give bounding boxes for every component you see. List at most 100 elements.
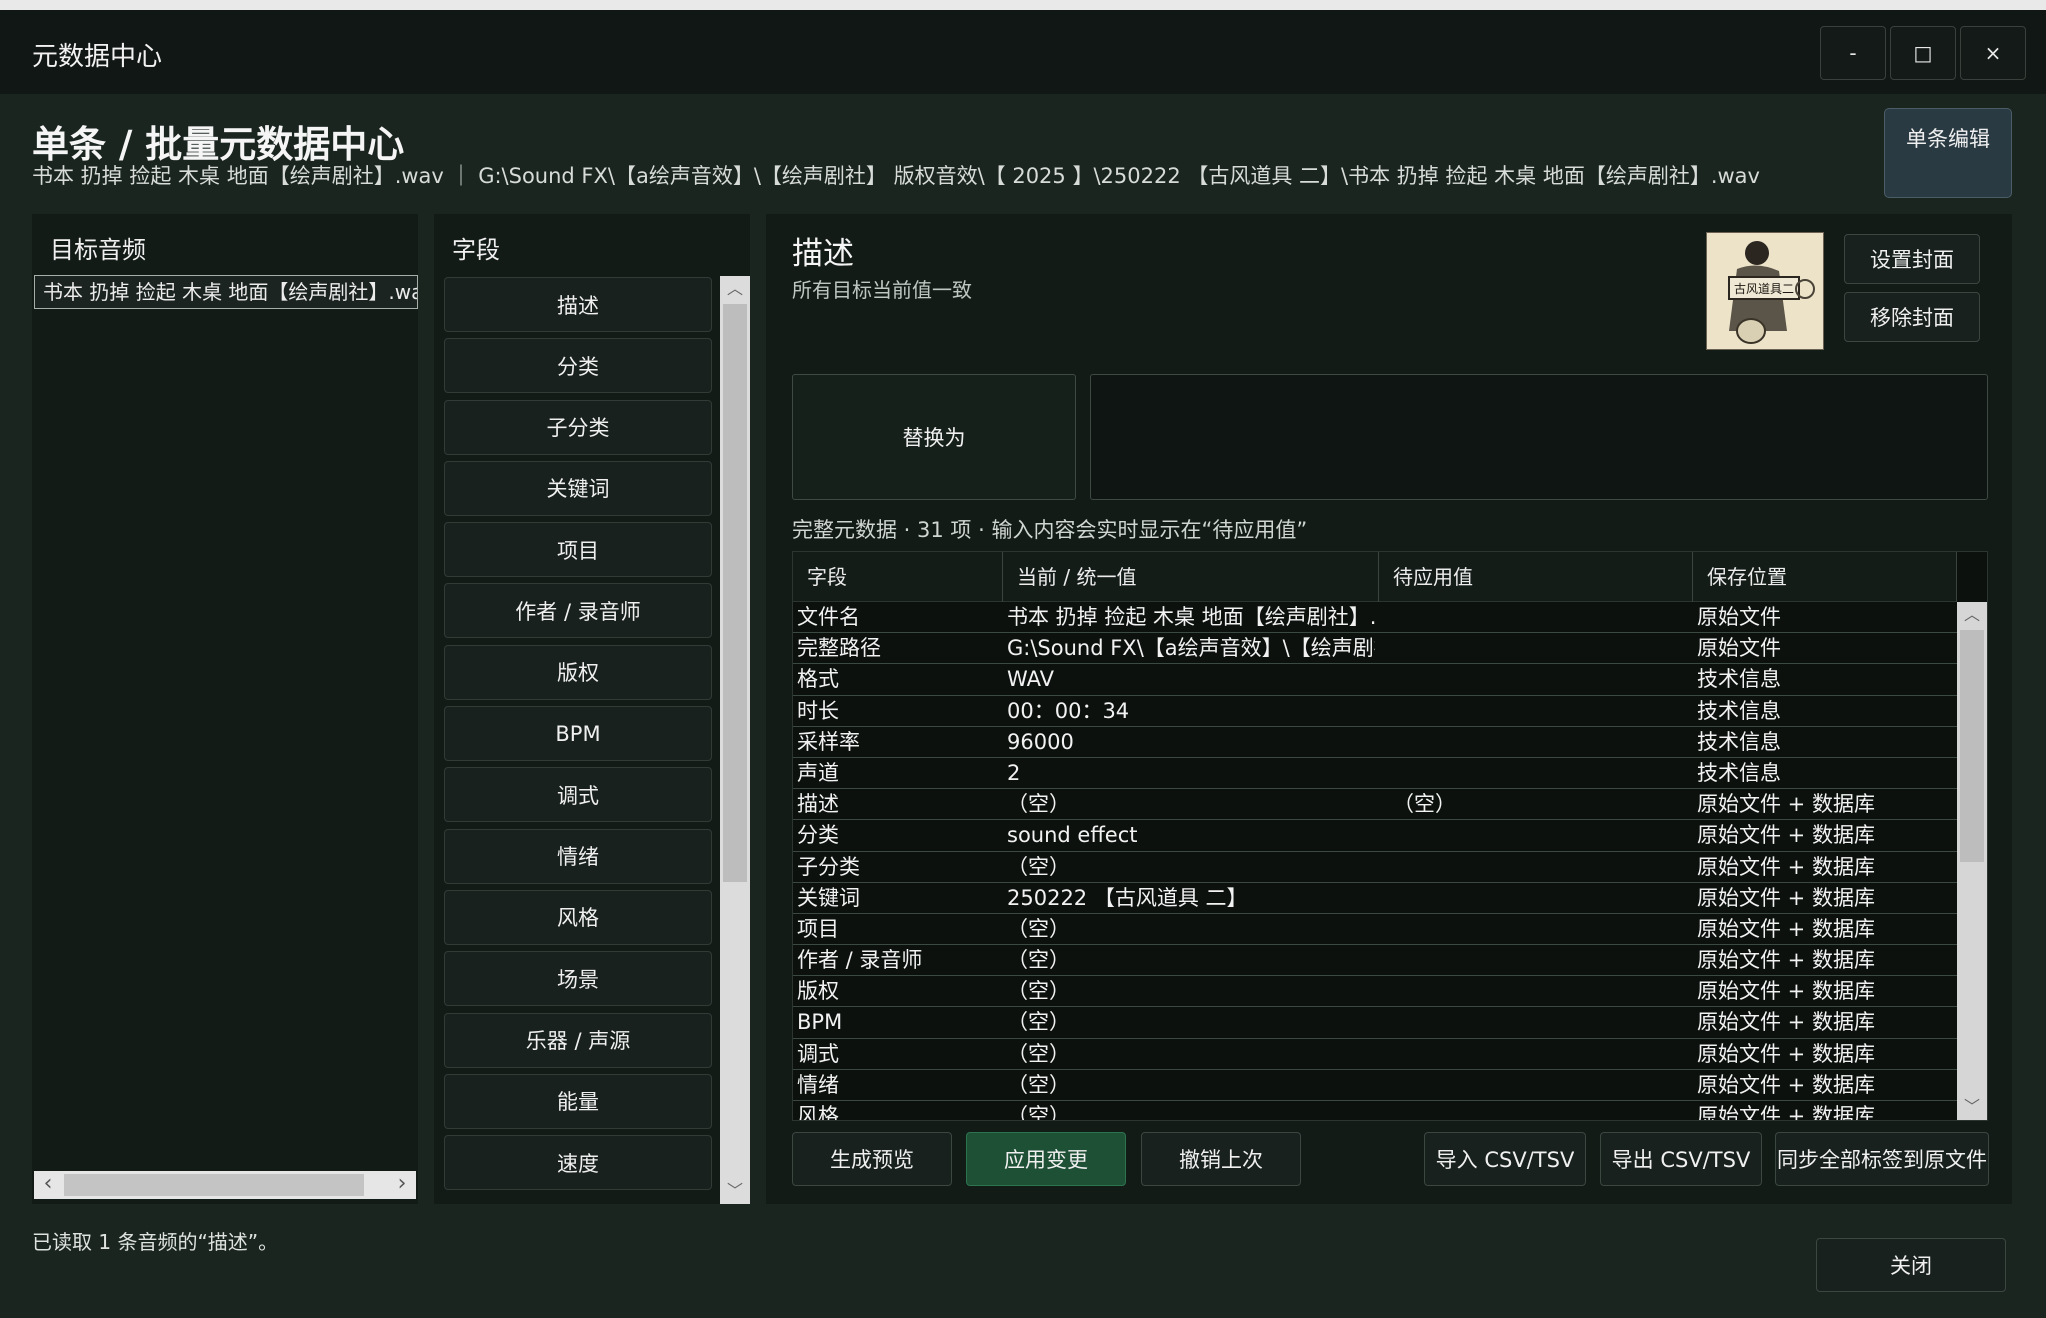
cell-current: WAV	[1007, 667, 1055, 692]
close-button[interactable]: 关闭	[1816, 1238, 2006, 1292]
apply-changes-button[interactable]: 应用变更	[966, 1132, 1126, 1186]
window-title: 元数据中心	[32, 42, 163, 72]
cell-field: 版权	[797, 979, 839, 1004]
table-row[interactable]: 版权 （空） 原始文件 + 数据库	[793, 976, 1957, 1008]
cell-location: 原始文件 + 数据库	[1697, 948, 1875, 973]
cell-current: 2	[1007, 760, 1021, 785]
table-row[interactable]: 采样率 96000 技术信息	[793, 727, 1957, 758]
cell-pending	[1393, 602, 1683, 633]
field-item-description[interactable]: 描述	[444, 277, 712, 332]
cell-field: 风格	[797, 1104, 839, 1121]
cell-field: 格式	[797, 667, 839, 692]
column-header-field[interactable]: 字段	[793, 552, 1003, 602]
field-item-tempo[interactable]: 速度	[444, 1135, 712, 1191]
cell-location: 原始文件 + 数据库	[1697, 1010, 1875, 1035]
scroll-up-icon[interactable]: ︿	[720, 276, 750, 302]
table-row[interactable]: 时长 00：00：34 技术信息	[793, 696, 1957, 727]
cell-pending	[1393, 1007, 1683, 1038]
cell-location: 原始文件 + 数据库	[1697, 854, 1875, 879]
maximize-button[interactable]: □	[1890, 26, 1956, 80]
field-list-vscrollbar[interactable]: ︿ ﹀	[720, 276, 750, 1204]
table-row[interactable]: 风格 （空） 原始文件 + 数据库	[793, 1101, 1957, 1121]
cell-current: 96000	[1007, 729, 1074, 754]
field-item-project[interactable]: 项目	[444, 522, 712, 578]
scroll-right-icon[interactable]: ›	[388, 1171, 416, 1199]
table-row[interactable]: 描述 （空） （空） 原始文件 + 数据库	[793, 789, 1957, 821]
cell-current: sound effect	[1007, 823, 1138, 848]
table-row[interactable]: 调式 （空） 原始文件 + 数据库	[793, 1039, 1957, 1070]
status-message: 已读取 1 条音频的“描述”。	[32, 1230, 279, 1254]
cell-pending	[1393, 914, 1683, 945]
table-scroll-up-icon[interactable]: ︿	[1957, 602, 1987, 628]
scroll-down-icon[interactable]: ﹀	[720, 1178, 750, 1204]
cell-location: 原始文件 + 数据库	[1697, 885, 1875, 910]
table-row[interactable]: 声道 2 技术信息	[793, 758, 1957, 790]
table-row[interactable]: 完整路径 G:\Sound FX\【a绘声音效】\【绘声剧社】 原始文件	[793, 633, 1957, 665]
cell-current: （空）	[1007, 948, 1070, 973]
export-csv-button[interactable]: 导出 CSV/TSV	[1600, 1132, 1762, 1186]
cell-current: 250222 【古风道具 二】	[1007, 885, 1248, 910]
import-csv-button[interactable]: 导入 CSV/TSV	[1424, 1132, 1586, 1186]
set-cover-button[interactable]: 设置封面	[1844, 234, 1980, 284]
table-row[interactable]: 关键词 250222 【古风道具 二】 原始文件 + 数据库	[793, 883, 1957, 914]
cell-pending	[1393, 945, 1683, 976]
table-row[interactable]: 项目 （空） 原始文件 + 数据库	[793, 914, 1957, 946]
cell-field: 项目	[797, 916, 839, 941]
field-item-author[interactable]: 作者 / 录音师	[444, 583, 712, 639]
field-item-energy[interactable]: 能量	[444, 1073, 712, 1129]
cell-pending	[1393, 976, 1683, 1007]
field-item-bpm[interactable]: BPM	[444, 706, 712, 762]
cell-current: （空）	[1007, 916, 1070, 941]
field-item-key[interactable]: 调式	[444, 767, 712, 823]
field-item-instrument[interactable]: 乐器 / 声源	[444, 1012, 712, 1068]
field-item-copyright[interactable]: 版权	[444, 644, 712, 700]
table-row[interactable]: 子分类 （空） 原始文件 + 数据库	[793, 852, 1957, 883]
table-vscroll-thumb[interactable]	[1960, 630, 1984, 862]
table-header: 字段 当前 / 统一值 待应用值 保存位置	[793, 552, 1957, 602]
replace-value-input[interactable]	[1090, 374, 1988, 500]
cell-location: 原始文件 + 数据库	[1697, 979, 1875, 1004]
field-item-subcategory[interactable]: 子分类	[444, 399, 712, 455]
target-list-hscrollbar[interactable]: ‹ ›	[34, 1171, 416, 1199]
field-list-title: 字段	[452, 236, 500, 264]
sync-tags-button[interactable]: 同步全部标签到原文件	[1775, 1132, 1989, 1186]
field-item-style[interactable]: 风格	[444, 889, 712, 945]
table-row[interactable]: 情绪 （空） 原始文件 + 数据库	[793, 1070, 1957, 1101]
single-edit-button[interactable]: 单条编辑	[1884, 108, 2012, 198]
column-header-pending[interactable]: 待应用值	[1379, 552, 1693, 602]
table-row[interactable]: 分类 sound effect 原始文件 + 数据库	[793, 820, 1957, 852]
cell-location: 技术信息	[1697, 760, 1781, 785]
table-row[interactable]: 作者 / 录音师 （空） 原始文件 + 数据库	[793, 945, 1957, 977]
close-window-button[interactable]: ×	[1960, 26, 2026, 80]
cell-current: 00：00：34	[1007, 698, 1130, 723]
cell-field: 情绪	[797, 1072, 839, 1097]
cell-field: 作者 / 录音师	[797, 948, 923, 973]
hscroll-thumb[interactable]	[64, 1174, 364, 1196]
target-audio-item[interactable]: 书本 扔掉 捡起 木桌 地面【绘声剧社】.wav	[34, 275, 418, 309]
editor-field-subtitle: 所有目标当前值一致	[792, 278, 972, 302]
column-header-location[interactable]: 保存位置	[1693, 552, 1957, 602]
table-row[interactable]: 文件名 书本 扔掉 捡起 木桌 地面【绘声剧社】.wav 原始文件	[793, 602, 1957, 634]
cell-current: （空）	[1007, 1010, 1070, 1035]
undo-last-button[interactable]: 撤销上次	[1141, 1132, 1301, 1186]
table-scroll-down-icon[interactable]: ﹀	[1957, 1094, 1987, 1120]
cell-pending	[1393, 758, 1683, 789]
field-item-mood[interactable]: 情绪	[444, 828, 712, 884]
scroll-left-icon[interactable]: ‹	[34, 1171, 62, 1199]
table-header-corner	[1957, 552, 1987, 602]
field-item-scene[interactable]: 场景	[444, 951, 712, 1007]
cell-location: 技术信息	[1697, 667, 1781, 692]
cell-field: 调式	[797, 1041, 839, 1066]
field-item-category[interactable]: 分类	[444, 338, 712, 394]
remove-cover-button[interactable]: 移除封面	[1844, 292, 1980, 342]
table-row[interactable]: BPM （空） 原始文件 + 数据库	[793, 1007, 1957, 1039]
minimize-button[interactable]: -	[1820, 26, 1886, 80]
cell-location: 原始文件	[1697, 636, 1781, 661]
vscroll-thumb[interactable]	[723, 304, 747, 882]
table-vscrollbar[interactable]: ︿ ﹀	[1957, 602, 1987, 1120]
generate-preview-button[interactable]: 生成预览	[792, 1132, 952, 1186]
cell-field: 采样率	[797, 729, 860, 754]
column-header-current[interactable]: 当前 / 统一值	[1003, 552, 1379, 602]
field-item-keywords[interactable]: 关键词	[444, 460, 712, 516]
table-row[interactable]: 格式 WAV 技术信息	[793, 664, 1957, 696]
